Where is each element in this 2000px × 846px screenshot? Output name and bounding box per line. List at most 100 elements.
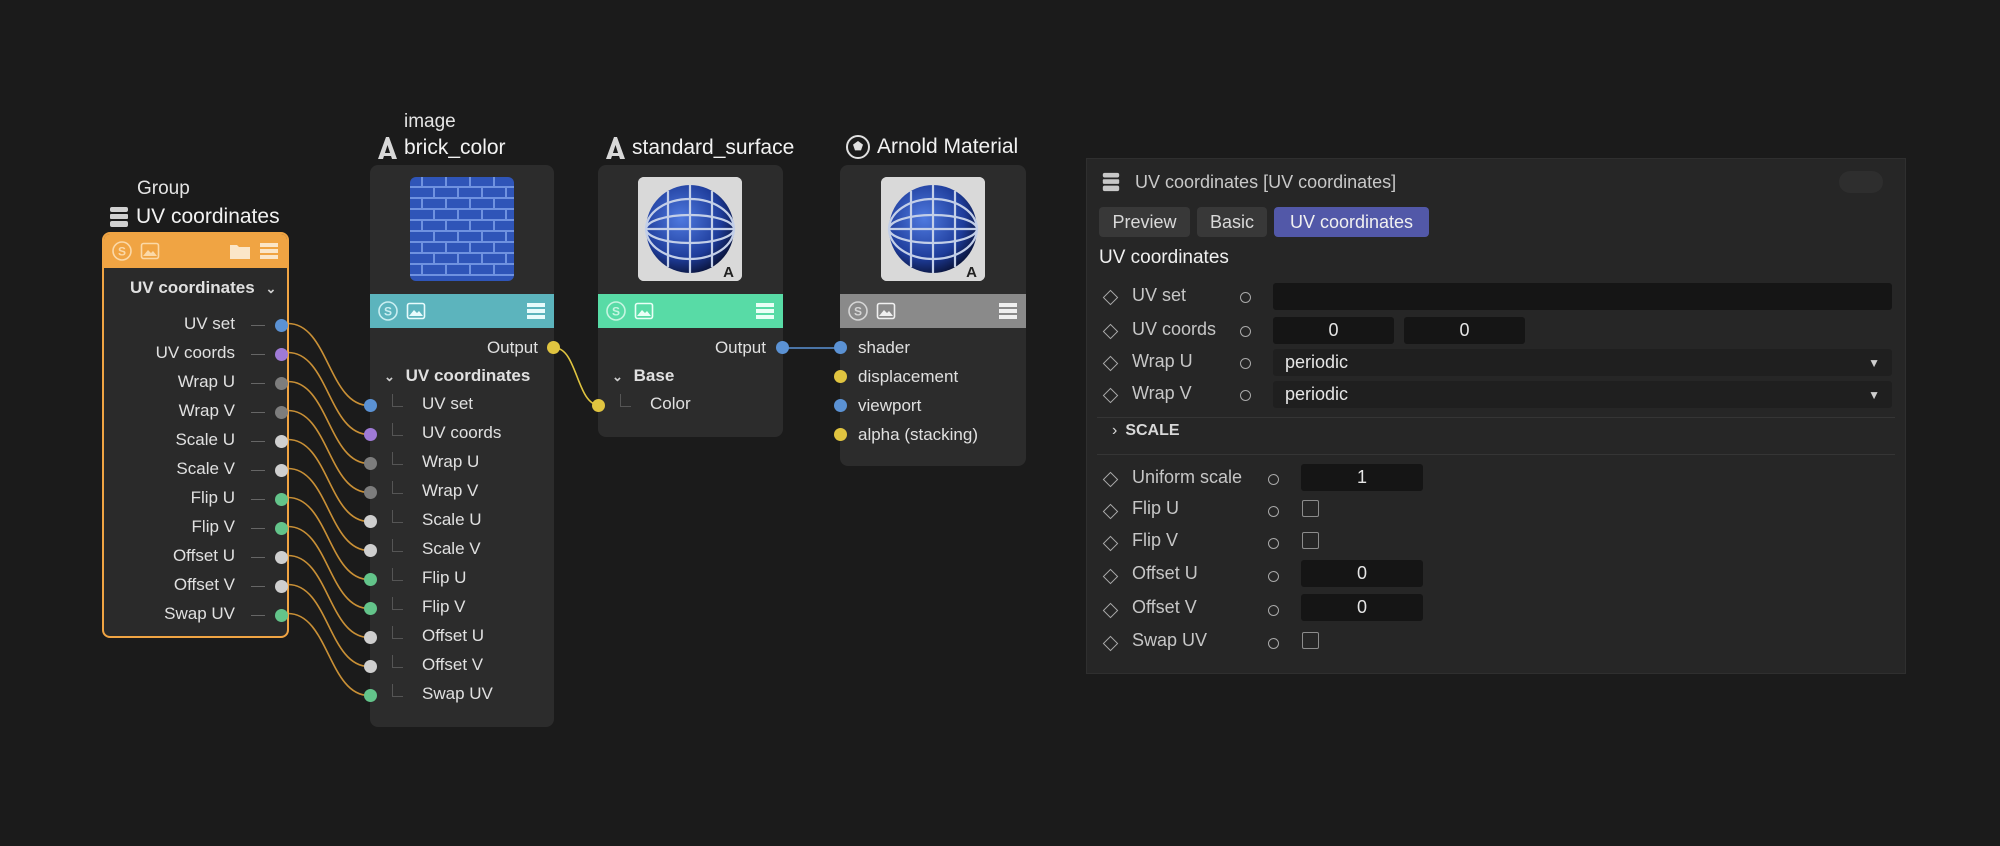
panel-toggle-button[interactable] <box>1839 171 1883 193</box>
image-input-port[interactable] <box>364 689 377 702</box>
port-connect-icon[interactable] <box>1268 506 1279 517</box>
uv-set-input[interactable] <box>1273 283 1892 310</box>
surface-node[interactable]: A S Output ⌄ Base Color <box>592 165 789 437</box>
image-input-port[interactable] <box>364 602 377 615</box>
menu-icon[interactable] <box>526 302 546 320</box>
arnold-logo-icon <box>604 136 626 160</box>
surface-preview-thumbnail: A <box>638 177 742 281</box>
material-node[interactable]: A S shader displacement viewport alpha (sta… <box>834 165 1026 466</box>
wrap-v-select[interactable]: periodic ▼ <box>1273 381 1892 408</box>
keyframe-diamond-icon[interactable] <box>1102 635 1119 652</box>
shader-icon[interactable]: S <box>848 301 868 321</box>
image-icon[interactable] <box>876 302 896 320</box>
keyframe-diamond-icon[interactable] <box>1102 387 1119 404</box>
image-input-port[interactable] <box>364 399 377 412</box>
keyframe-diamond-icon[interactable] <box>1102 535 1119 552</box>
group-output-port[interactable] <box>275 435 288 448</box>
menu-icon[interactable] <box>259 242 279 260</box>
group-output-port[interactable] <box>275 580 288 593</box>
image-port-label: Offset V <box>422 655 484 674</box>
surface-section-label[interactable]: ⌄ Base <box>612 366 674 386</box>
image-icon[interactable] <box>634 302 654 320</box>
group-output-port[interactable] <box>275 522 288 535</box>
shader-icon[interactable]: S <box>606 301 626 321</box>
tab-uv-coordinates[interactable]: UV coordinates <box>1274 207 1429 237</box>
image-input-port[interactable] <box>364 457 377 470</box>
surface-port-label: Color <box>650 394 691 413</box>
menu-icon[interactable] <box>755 302 775 320</box>
port-connect-icon[interactable] <box>1268 605 1279 616</box>
surface-output-port[interactable] <box>776 341 789 354</box>
group-output-port[interactable] <box>275 493 288 506</box>
port-connect-icon[interactable] <box>1268 538 1279 549</box>
image-input-port[interactable] <box>364 660 377 673</box>
group-output-port[interactable] <box>275 609 288 622</box>
group-output-port[interactable] <box>275 406 288 419</box>
group-node[interactable]: S UV coordinates ⌄ UV set UV coords Wrap U… <box>102 232 289 638</box>
group-output-port[interactable] <box>275 464 288 477</box>
scale-section-header[interactable]: › SCALE <box>1112 422 1180 440</box>
image-node[interactable]: S Output ⌄ UV coordinates UV set UV coord… <box>364 165 560 727</box>
surface-input-port[interactable] <box>592 399 605 412</box>
group-output-port[interactable] <box>275 551 288 564</box>
image-input-port[interactable] <box>364 573 377 586</box>
keyframe-diamond-icon[interactable] <box>1102 503 1119 520</box>
offset-u-input[interactable]: 0 <box>1301 560 1423 587</box>
port-connect-icon[interactable] <box>1240 358 1251 369</box>
image-input-port[interactable] <box>364 631 377 644</box>
port-leader-line <box>251 354 265 355</box>
flip-u-checkbox[interactable] <box>1302 500 1319 517</box>
flip-v-checkbox[interactable] <box>1302 532 1319 549</box>
svg-text:S: S <box>384 305 392 319</box>
menu-icon[interactable] <box>998 302 1018 320</box>
group-section-label[interactable]: UV coordinates ⌄ <box>130 278 276 298</box>
image-input-port[interactable] <box>364 544 377 557</box>
keyframe-diamond-icon[interactable] <box>1102 323 1119 340</box>
tab-preview[interactable]: Preview <box>1099 207 1190 237</box>
keyframe-diamond-icon[interactable] <box>1102 289 1119 306</box>
swap-uv-checkbox[interactable] <box>1302 632 1319 649</box>
keyframe-diamond-icon[interactable] <box>1102 471 1119 488</box>
group-port-label: UV coords <box>155 343 235 362</box>
image-input-port[interactable] <box>364 515 377 528</box>
shader-icon[interactable]: S <box>112 241 132 261</box>
image-port-label: Wrap U <box>422 452 480 471</box>
material-input-port[interactable] <box>834 428 847 441</box>
image-input-port[interactable] <box>364 486 377 499</box>
uniform-scale-input[interactable]: 1 <box>1301 464 1423 491</box>
port-leader-line <box>251 412 265 413</box>
image-section-label[interactable]: ⌄ UV coordinates <box>384 366 530 386</box>
svg-text:S: S <box>612 305 620 319</box>
group-output-port[interactable] <box>275 377 288 390</box>
port-connect-icon[interactable] <box>1268 571 1279 582</box>
group-output-port[interactable] <box>275 348 288 361</box>
group-node-title-row: UV coordinates <box>108 205 280 229</box>
port-connect-icon[interactable] <box>1268 638 1279 649</box>
port-leader-line <box>251 557 265 558</box>
image-icon[interactable] <box>406 302 426 320</box>
image-icon[interactable] <box>140 242 160 260</box>
port-connect-icon[interactable] <box>1240 390 1251 401</box>
uv-coords-v-input[interactable]: 0 <box>1404 317 1525 344</box>
offset-v-input[interactable]: 0 <box>1301 594 1423 621</box>
image-output-port[interactable] <box>547 341 560 354</box>
material-input-port[interactable] <box>834 341 847 354</box>
wrap-u-select[interactable]: periodic ▼ <box>1273 349 1892 376</box>
image-input-port[interactable] <box>364 428 377 441</box>
keyframe-diamond-icon[interactable] <box>1102 568 1119 585</box>
port-connect-icon[interactable] <box>1240 292 1251 303</box>
shader-icon[interactable]: S <box>378 301 398 321</box>
tree-connector <box>392 510 403 523</box>
tab-basic[interactable]: Basic <box>1197 207 1267 237</box>
surface-section-title: Base <box>633 366 675 385</box>
chevron-right-icon: › <box>1112 422 1118 439</box>
keyframe-diamond-icon[interactable] <box>1102 355 1119 372</box>
keyframe-diamond-icon[interactable] <box>1102 602 1119 619</box>
folder-icon[interactable] <box>229 242 251 260</box>
port-connect-icon[interactable] <box>1268 474 1279 485</box>
material-input-port[interactable] <box>834 399 847 412</box>
uv-coords-u-input[interactable]: 0 <box>1273 317 1394 344</box>
material-input-port[interactable] <box>834 370 847 383</box>
port-connect-icon[interactable] <box>1240 326 1251 337</box>
group-output-port[interactable] <box>275 319 288 332</box>
